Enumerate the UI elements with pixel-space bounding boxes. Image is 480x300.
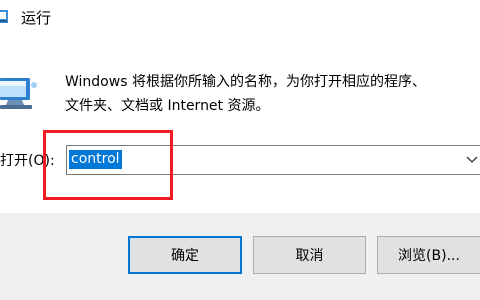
run-dialog: 运行 Windows 将根据你所输入的名称，为你打开相应的程序、 文件夹、文档或…: [0, 0, 480, 300]
description-text: Windows 将根据你所输入的名称，为你打开相应的程序、 文件夹、文档或 In…: [65, 70, 475, 118]
chevron-down-icon[interactable]: [465, 151, 479, 167]
title-bar[interactable]: 运行: [0, 0, 480, 36]
window-title: 运行: [21, 9, 52, 27]
browse-button[interactable]: 浏览(B)...: [377, 236, 480, 274]
description-line-2: 文件夹、文档或 Internet 资源。: [65, 98, 270, 114]
run-dialog-icon: [0, 10, 8, 23]
ok-button[interactable]: 确定: [128, 236, 242, 274]
description-line-1: Windows 将根据你所输入的名称，为你打开相应的程序、: [65, 74, 426, 90]
cancel-button[interactable]: 取消: [253, 236, 366, 274]
run-dialog-icon: [0, 78, 37, 109]
open-combobox[interactable]: control: [66, 145, 480, 175]
open-input[interactable]: control: [69, 150, 122, 169]
open-label: 打开(O):: [0, 153, 55, 169]
